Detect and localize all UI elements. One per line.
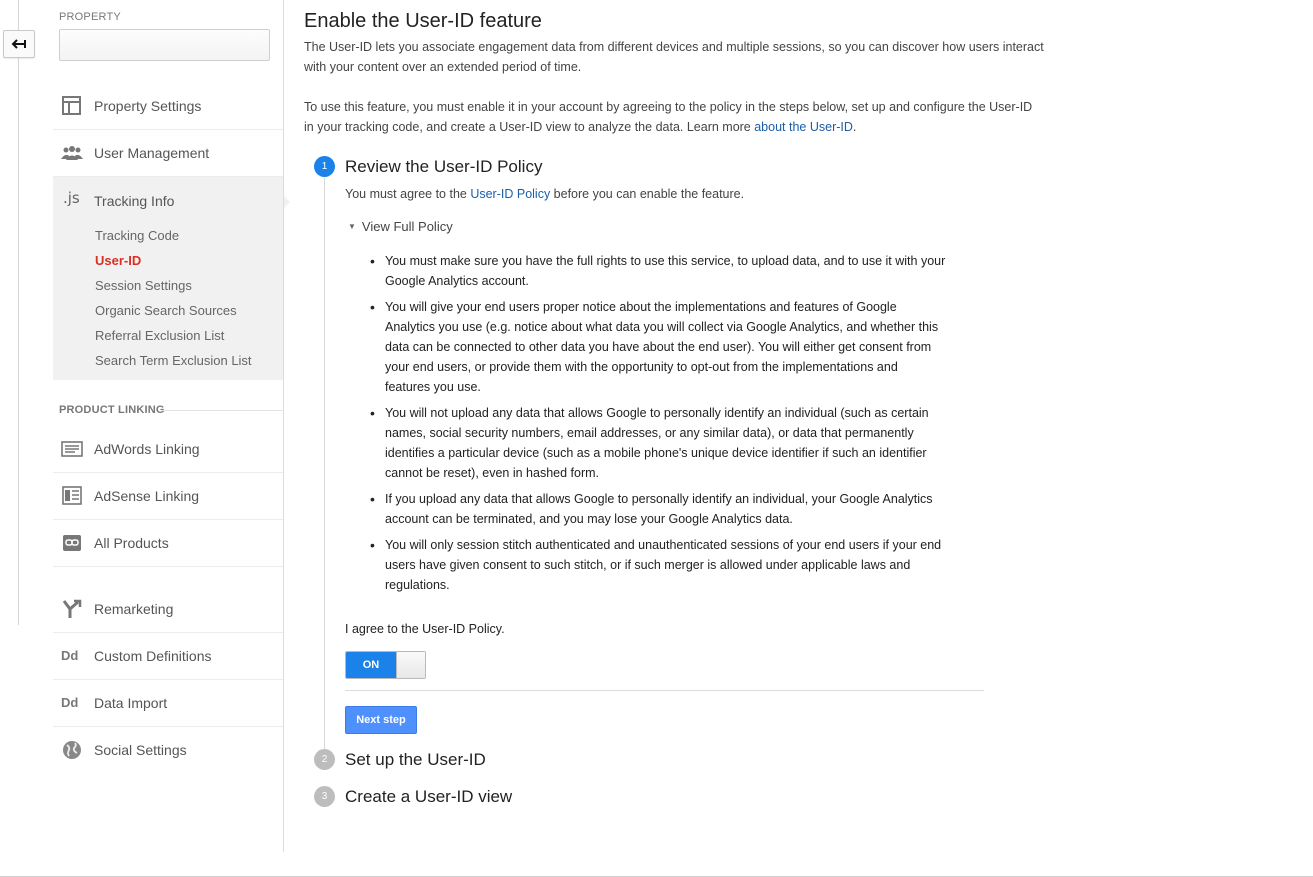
subitem-search-term-exclusion-list[interactable]: Search Term Exclusion List bbox=[95, 353, 252, 368]
admin-sidebar: PROPERTY Property Settings User Manageme… bbox=[53, 0, 290, 877]
step-2-badge: 2 bbox=[314, 749, 335, 770]
view-full-policy-label: View Full Policy bbox=[361, 219, 453, 234]
js-icon: .js bbox=[63, 189, 80, 207]
triangle-down-icon: ▼ bbox=[348, 222, 356, 231]
subitem-session-settings[interactable]: Session Settings bbox=[95, 278, 192, 293]
about-user-id-link[interactable]: about the User-ID bbox=[754, 120, 853, 134]
page-title: Enable the User-ID feature bbox=[304, 10, 542, 32]
usage-text-body: To use this feature, you must enable it … bbox=[304, 100, 1033, 134]
subitem-organic-search-sources[interactable]: Organic Search Sources bbox=[95, 303, 237, 318]
users-icon bbox=[61, 146, 83, 160]
step-1-desc-before: You must agree to the bbox=[345, 187, 471, 201]
step-3-badge: 3 bbox=[314, 786, 335, 807]
toggle-knob bbox=[396, 652, 425, 678]
policy-item: You must make sure you have the full rig… bbox=[370, 251, 946, 291]
sidebar-item-tracking-info[interactable]: .js Tracking Info bbox=[53, 177, 284, 224]
sidebar-item-label: Social Settings bbox=[94, 742, 187, 758]
toggle-on-label: ON bbox=[346, 652, 396, 678]
sidebar-item-label: Remarketing bbox=[94, 601, 174, 617]
sidebar-item-label: Tracking Info bbox=[94, 193, 175, 209]
back-arrow-icon bbox=[11, 39, 26, 49]
policy-item: You will only session stitch authenticat… bbox=[370, 535, 946, 595]
step-1-description: You must agree to the User-ID Policy bef… bbox=[345, 184, 1045, 204]
step-connector-line bbox=[324, 178, 325, 758]
sidebar-item-all-products[interactable]: All Products bbox=[53, 520, 284, 567]
policy-list: You must make sure you have the full rig… bbox=[370, 251, 946, 601]
adwords-icon bbox=[61, 441, 83, 457]
sidebar-item-label: AdSense Linking bbox=[94, 488, 200, 504]
link-icon bbox=[63, 535, 81, 551]
next-step-button[interactable]: Next step bbox=[345, 706, 417, 734]
tracking-info-group: .js Tracking Info Tracking Code User-ID … bbox=[53, 177, 290, 380]
sidebar-item-label: Custom Definitions bbox=[94, 648, 212, 664]
subitem-referral-exclusion-list[interactable]: Referral Exclusion List bbox=[95, 328, 224, 343]
property-settings-icon bbox=[62, 96, 81, 115]
user-id-policy-link[interactable]: User-ID Policy bbox=[470, 187, 550, 201]
step-2-title[interactable]: Set up the User-ID bbox=[345, 750, 486, 770]
sidebar-item-label: AdWords Linking bbox=[94, 441, 200, 457]
sidebar-divider bbox=[283, 0, 284, 852]
property-selector[interactable] bbox=[59, 29, 270, 61]
step-1-desc-after: before you can enable the feature. bbox=[550, 187, 745, 201]
subitem-user-id[interactable]: User-ID bbox=[95, 253, 141, 268]
sidebar-item-data-import[interactable]: Dd Data Import bbox=[53, 680, 284, 727]
sidebar-item-property-settings[interactable]: Property Settings bbox=[53, 83, 284, 130]
sidebar-item-label: Data Import bbox=[94, 695, 168, 711]
divider bbox=[162, 410, 284, 411]
sidebar-item-adsense-linking[interactable]: AdSense Linking bbox=[53, 473, 284, 520]
sidebar-item-social-settings[interactable]: Social Settings bbox=[53, 727, 284, 774]
globe-icon bbox=[63, 741, 81, 759]
sidebar-item-custom-definitions[interactable]: Dd Custom Definitions bbox=[53, 633, 284, 680]
rail-line bbox=[18, 0, 19, 625]
sidebar-item-adwords-linking[interactable]: AdWords Linking bbox=[53, 426, 284, 473]
sidebar-item-label: Property Settings bbox=[94, 98, 202, 114]
sidebar-item-user-management[interactable]: User Management bbox=[53, 130, 284, 177]
step-3-title[interactable]: Create a User-ID view bbox=[345, 787, 512, 807]
dd-icon: Dd bbox=[61, 648, 79, 663]
subitem-tracking-code[interactable]: Tracking Code bbox=[95, 228, 179, 243]
policy-item: You will give your end users proper noti… bbox=[370, 297, 946, 397]
sidebar-item-label: All Products bbox=[94, 535, 169, 551]
view-full-policy-toggle[interactable]: ▼ View Full Policy bbox=[348, 219, 453, 234]
remarketing-icon bbox=[62, 599, 82, 618]
product-linking-label: PRODUCT LINKING bbox=[59, 404, 165, 416]
agree-label: I agree to the User-ID Policy. bbox=[345, 622, 505, 636]
usage-text: To use this feature, you must enable it … bbox=[304, 97, 1044, 137]
divider bbox=[345, 690, 984, 691]
sidebar-item-remarketing[interactable]: Remarketing bbox=[53, 586, 284, 633]
policy-item: You will not upload any data that allows… bbox=[370, 403, 946, 483]
property-section-label: PROPERTY bbox=[59, 11, 121, 23]
policy-item: If you upload any data that allows Googl… bbox=[370, 489, 946, 529]
agree-toggle[interactable]: ON bbox=[345, 651, 426, 679]
intro-text: The User-ID lets you associate engagemen… bbox=[304, 40, 1044, 74]
dd-icon: Dd bbox=[61, 695, 79, 710]
step-1-title: Review the User-ID Policy bbox=[345, 157, 543, 176]
sidebar-item-label: User Management bbox=[94, 145, 210, 161]
back-button[interactable] bbox=[3, 30, 35, 58]
step-1-badge: 1 bbox=[314, 156, 335, 177]
adsense-icon bbox=[62, 486, 82, 505]
usage-text-end: . bbox=[852, 120, 857, 134]
